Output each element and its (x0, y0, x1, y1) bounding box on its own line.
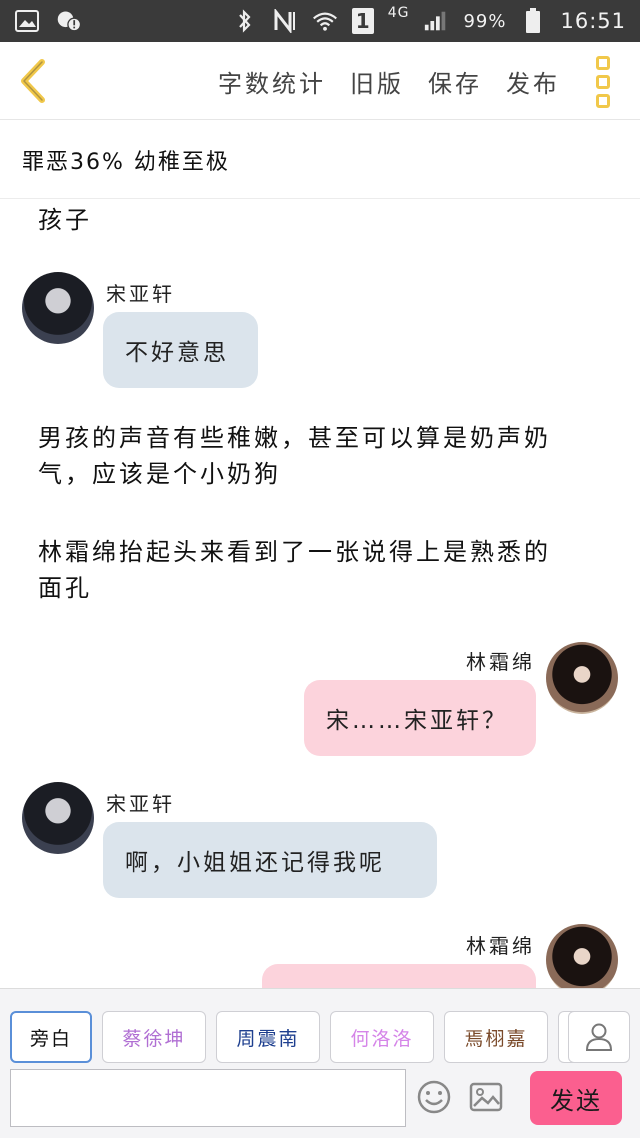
message-bubble[interactable]: 不好意思 (103, 312, 258, 388)
avatar-song-yaxuan[interactable] (22, 782, 94, 854)
avatar-song-yaxuan[interactable] (22, 272, 94, 344)
speaker-name: 宋亚轩 (106, 792, 175, 816)
speaker-name: 林霜绵 (466, 934, 535, 958)
alert-icon (56, 8, 82, 34)
story-title[interactable]: 罪恶36% 幼稚至极 (0, 121, 640, 199)
message-bubble[interactable]: 宋……宋亚轩？ (304, 680, 536, 756)
network-type: 4G (387, 5, 410, 21)
menu-icon-dot (596, 75, 610, 89)
message-input[interactable] (10, 1069, 406, 1127)
character-chip-1[interactable]: 蔡徐坤 (102, 1011, 206, 1063)
menu-icon (596, 56, 610, 70)
narration-text: 男孩的声音有些稚嫩，甚至可以算是奶声奶 (38, 424, 551, 452)
status-bar: 1 4G 99% 16:51 (0, 0, 640, 42)
avatar-lin-shuangmian[interactable] (546, 924, 618, 988)
word-count-button[interactable]: 字数统计 (218, 64, 326, 99)
nfc-icon (272, 8, 298, 34)
bluetooth-icon (232, 8, 258, 34)
message-bubble[interactable]: 啊，小姐姐还记得我呢 (103, 822, 437, 898)
message-bubble[interactable] (262, 964, 536, 988)
back-button[interactable] (14, 58, 54, 104)
battery-level: 99% (463, 10, 507, 32)
signal-icon (423, 8, 449, 34)
speaker-name: 林霜绵 (466, 650, 535, 674)
narration-text: 孩子 (38, 206, 92, 234)
picture-icon (469, 1082, 503, 1112)
emoji-button[interactable] (416, 1079, 452, 1115)
avatar-lin-shuangmian[interactable] (546, 642, 618, 714)
character-chip-narrator[interactable]: 旁白 (10, 1011, 92, 1063)
send-button[interactable]: 发送 (530, 1071, 622, 1125)
character-chip-4[interactable]: 焉栩嘉 (444, 1011, 548, 1063)
chat-content[interactable]: 孩子 宋亚轩 不好意思 男孩的声音有些稚嫩，甚至可以算是奶声奶 气，应该是个小奶… (0, 200, 640, 988)
menu-icon-dot (596, 94, 610, 108)
menu-button[interactable] (596, 56, 618, 108)
old-version-button[interactable]: 旧版 (350, 64, 404, 99)
emoji-icon (417, 1080, 451, 1114)
sim-slot-indicator: 1 (351, 8, 374, 34)
character-chip-2[interactable]: 周震南 (216, 1011, 320, 1063)
speaker-name: 宋亚轩 (106, 282, 175, 306)
wifi-icon (312, 8, 338, 34)
back-icon (21, 59, 45, 103)
narration-text: 林霜绵抬起头来看到了一张说得上是熟悉的 (38, 538, 551, 566)
narration-text: 面孔 (38, 574, 92, 602)
compose-panel: 旁白 蔡徐坤 周震南 何洛洛 焉栩嘉 发送 (0, 988, 640, 1138)
save-button[interactable]: 保存 (428, 64, 482, 99)
image-button[interactable] (468, 1079, 504, 1115)
image-icon (14, 8, 40, 34)
publish-button[interactable]: 发布 (506, 64, 560, 99)
narration-text: 气，应该是个小奶狗 (38, 460, 281, 488)
editor-toolbar: 字数统计 旧版 保存 发布 (0, 42, 640, 120)
user-icon (585, 1023, 613, 1051)
battery-icon (520, 8, 546, 34)
character-chip-3[interactable]: 何洛洛 (330, 1011, 434, 1063)
clock: 16:51 (560, 9, 626, 33)
add-character-button[interactable] (568, 1011, 630, 1063)
character-selector: 旁白 蔡徐坤 周震南 何洛洛 焉栩嘉 (10, 1011, 580, 1063)
